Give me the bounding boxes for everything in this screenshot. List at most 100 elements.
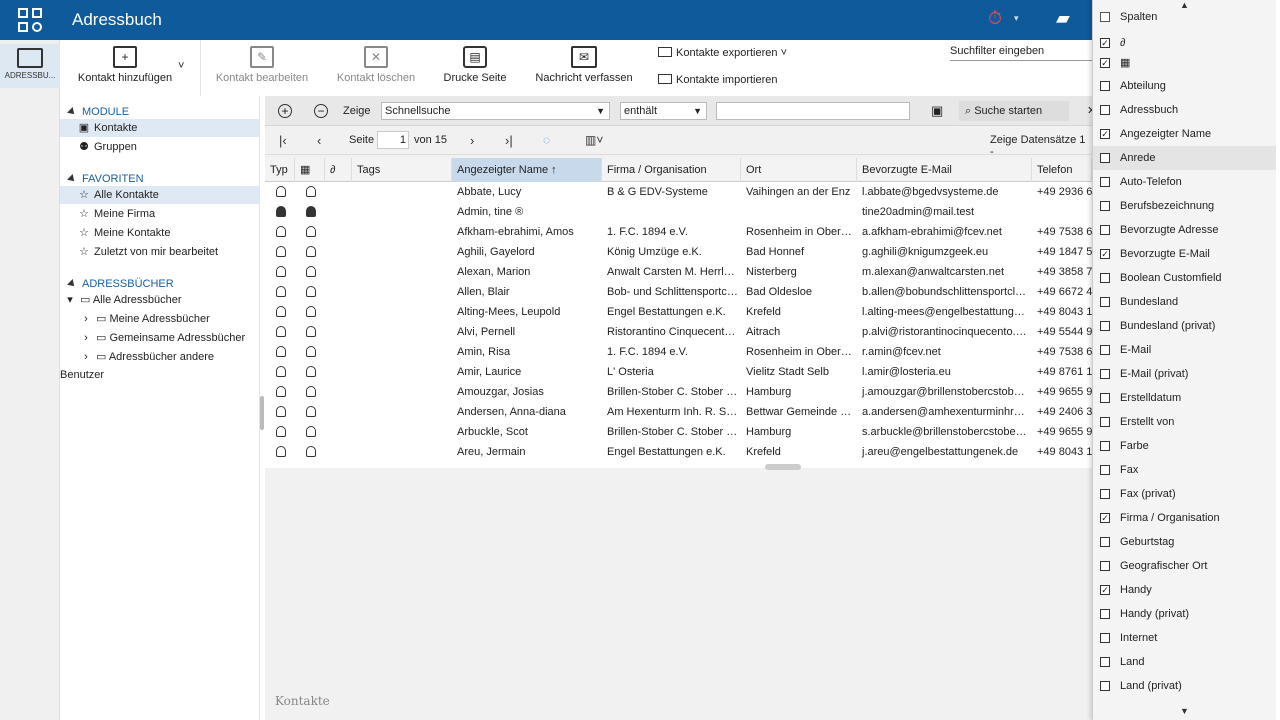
column-header-image[interactable]: ▦ (295, 158, 325, 182)
add-filter-icon[interactable]: + (278, 104, 292, 118)
favorites-header[interactable]: FAVORITEN (67, 173, 144, 185)
start-search-button[interactable]: ⌕ Suche starten (959, 101, 1069, 121)
checkbox (1100, 201, 1110, 211)
column-toggle-fax-privat-[interactable]: Fax (privat) (1093, 482, 1277, 506)
column-toggle-land-privat-[interactable]: Land (privat) (1093, 674, 1277, 698)
column-toggle-bevorzugte-e-mail[interactable]: ✓ Bevorzugte E-Mail (1093, 242, 1277, 266)
module-addressbook[interactable]: ADRESSBU... (0, 44, 60, 88)
table-row[interactable]: Areu, Jermain Engel Bestattungen e.K. Kref… (265, 442, 1092, 462)
search-mode-select[interactable]: Schnellsuche ▼ (381, 102, 610, 120)
column-toggle-image-icon[interactable]: ✓ ▦ (1093, 53, 1277, 73)
table-row[interactable]: Alexan, Marion Anwalt Carsten M. Herrl… Ni… (265, 262, 1092, 282)
tree-other-users-addressbooks[interactable]: › ▭ Adressbücher andere Benutzer (60, 348, 260, 381)
contact-type-icon (271, 442, 295, 462)
column-toggle-erstellt-von[interactable]: Erstellt von (1093, 410, 1277, 434)
table-row[interactable]: Admin, tine ® tine20admin@mail.test (265, 202, 1092, 222)
column-toggle-bundesland-privat-[interactable]: Bundesland (privat) (1093, 314, 1277, 338)
sidebar-item-contacts[interactable]: ▣ Kontakte (60, 119, 260, 137)
column-header-tags[interactable]: Tags (352, 158, 452, 182)
column-toggle-berufsbezeichnung[interactable]: Berufsbezeichnung (1093, 194, 1277, 218)
table-row[interactable]: Afkham-ebrahimi, Amos 1. F.C. 1894 e.V. Ro… (265, 222, 1092, 242)
compose-message-button[interactable]: ✉ Nachricht verfassen (532, 46, 636, 84)
table-row[interactable]: Amin, Risa 1. F.C. 1894 e.V. Rosenheim in … (265, 342, 1092, 362)
column-toggle-handy-privat-[interactable]: Handy (privat) (1093, 602, 1277, 626)
sidebar-item-recently-edited[interactable]: ☆ Zuletzt von mir bearbeitet (60, 243, 260, 261)
last-page-icon[interactable]: ›| (505, 133, 513, 148)
column-toggle-fax[interactable]: Fax (1093, 458, 1277, 482)
timer-icon[interactable]: ⏱ (988, 8, 1014, 32)
table-row[interactable]: Amir, Laurice L' Osteria Vielitz Stadt Sel… (265, 362, 1092, 382)
import-contacts-button[interactable]: Kontakte importieren (658, 74, 778, 86)
column-toggle-bevorzugte-adresse[interactable]: Bevorzugte Adresse (1093, 218, 1277, 242)
operator-select[interactable]: enthält ▼ (620, 102, 707, 120)
refresh-icon[interactable]: ◌ (543, 133, 550, 147)
add-contact-button[interactable]: + Kontakt hinzufügen (76, 46, 174, 84)
column-header-attachment[interactable]: ∂ (325, 158, 352, 182)
column-header-email[interactable]: Bevorzugte E-Mail (857, 158, 1032, 182)
sidebar-item-groups[interactable]: ⚉ Gruppen (60, 138, 260, 156)
search-value-input[interactable] (716, 102, 910, 120)
column-toggle-erstelldatum[interactable]: Erstelldatum (1093, 386, 1277, 410)
column-toggle-farbe[interactable]: Farbe (1093, 434, 1277, 458)
chevron-down-icon[interactable]: ▾ (1014, 13, 1019, 24)
column-header-phone[interactable]: Telefon (1032, 158, 1092, 182)
columns-icon[interactable]: ▥˅ (585, 133, 603, 147)
search-filter-input[interactable]: Suchfilter eingeben (950, 45, 1092, 61)
column-toggle-geburtstag[interactable]: Geburtstag (1093, 530, 1277, 554)
previous-page-icon[interactable]: ‹ (317, 133, 321, 148)
edit-contact-button[interactable]: ✎ Kontakt bearbeiten (212, 46, 312, 84)
column-toggle-bundesland[interactable]: Bundesland (1093, 290, 1277, 314)
first-page-icon[interactable]: |‹ (279, 133, 287, 148)
column-toggle-anrede[interactable]: Anrede (1093, 146, 1277, 170)
column-toggle-adressbuch[interactable]: Adressbuch (1093, 98, 1277, 122)
page-number-input[interactable]: 1 (377, 131, 409, 149)
column-toggle-paperclip-icon[interactable]: ✓ ∂ (1093, 33, 1277, 53)
table-row[interactable]: Amouzgar, Josias Brillen-Stober C. Stober… (265, 382, 1092, 402)
cell-phone: +49 9655 9 (1037, 426, 1092, 438)
scroll-handle[interactable] (765, 464, 801, 470)
modules-header[interactable]: MODULE (67, 106, 129, 118)
column-header-type[interactable]: Typ (265, 158, 295, 182)
addressbooks-header[interactable]: ADRESSBÜCHER (67, 278, 174, 290)
table-row[interactable]: Andersen, Anna-diana Am Hexenturm Inh. R.… (265, 402, 1092, 422)
column-toggle-geografischer-ort[interactable]: Geografischer Ort (1093, 554, 1277, 578)
column-header-company[interactable]: Firma / Organisation (602, 158, 741, 182)
column-toggle-internet[interactable]: Internet (1093, 626, 1277, 650)
column-toggle-angezeigter-name[interactable]: ✓ Angezeigter Name (1093, 122, 1277, 146)
table-row[interactable]: Allen, Blair Bob- und Schlittensportc… Bad… (265, 282, 1092, 302)
table-row[interactable]: Alvi, Pernell Ristorantino Cinquecent… Ait… (265, 322, 1092, 342)
table-row[interactable]: Abbate, Lucy B & G EDV-Systeme Vaihingen a… (265, 182, 1092, 202)
delete-contact-button[interactable]: ✕ Kontakt löschen (332, 46, 420, 84)
column-toggle-land[interactable]: Land (1093, 650, 1277, 674)
column-toggle-abteilung[interactable]: Abteilung (1093, 74, 1277, 98)
scroll-down-icon[interactable]: ▼ (1180, 706, 1189, 716)
print-page-button[interactable]: ▤ Drucke Seite (440, 46, 510, 84)
column-header-city[interactable]: Ort (741, 158, 857, 182)
add-contact-dropdown[interactable]: ˅ (178, 60, 184, 72)
tree-all-addressbooks[interactable]: ▾ ▭ Alle Adressbücher (60, 291, 260, 309)
tree-my-addressbooks[interactable]: › ▭ Meine Adressbücher (60, 310, 260, 328)
column-toggle-e-mail-privat-[interactable]: E-Mail (privat) (1093, 362, 1277, 386)
tree-shared-addressbooks[interactable]: › ▭ Gemeinsame Adressbücher (60, 329, 260, 347)
column-header-name[interactable]: Angezeigter Name ↑ (452, 158, 602, 182)
save-filter-icon[interactable]: ▣ (931, 101, 945, 121)
table-row[interactable]: Arbuckle, Scot Brillen-Stober C. Stober …… (265, 422, 1092, 442)
column-toggle-boolean-customfield[interactable]: Boolean Customfield (1093, 266, 1277, 290)
next-page-icon[interactable]: › (470, 133, 474, 148)
table-row[interactable]: Aghili, Gayelord König Umzüge e.K. Bad Hon… (265, 242, 1092, 262)
remove-filter-icon[interactable]: − (314, 104, 328, 118)
sidebar-splitter[interactable] (260, 396, 264, 430)
table-row[interactable]: Alting-Mees, Leupold Engel Bestattungen e… (265, 302, 1092, 322)
cell-name: Arbuckle, Scot (457, 426, 528, 438)
sidebar-item-all-contacts[interactable]: ☆ Alle Kontakte (60, 186, 260, 204)
app-launcher-icon[interactable] (18, 8, 42, 32)
column-toggle-firma-organisation[interactable]: ✓ Firma / Organisation (1093, 506, 1277, 530)
column-toggle-handy[interactable]: ✓ Handy (1093, 578, 1277, 602)
column-toggle-auto-telefon[interactable]: Auto-Telefon (1093, 170, 1277, 194)
column-toggle-e-mail[interactable]: E-Mail (1093, 338, 1277, 362)
import-icon (658, 74, 672, 84)
export-contacts-button[interactable]: Kontakte exportieren ˅ (658, 47, 787, 59)
book-icon[interactable]: ▰ (1056, 8, 1078, 32)
sidebar-item-my-contacts[interactable]: ☆ Meine Kontakte (60, 224, 260, 242)
sidebar-item-my-company[interactable]: ☆ Meine Firma (60, 205, 260, 223)
